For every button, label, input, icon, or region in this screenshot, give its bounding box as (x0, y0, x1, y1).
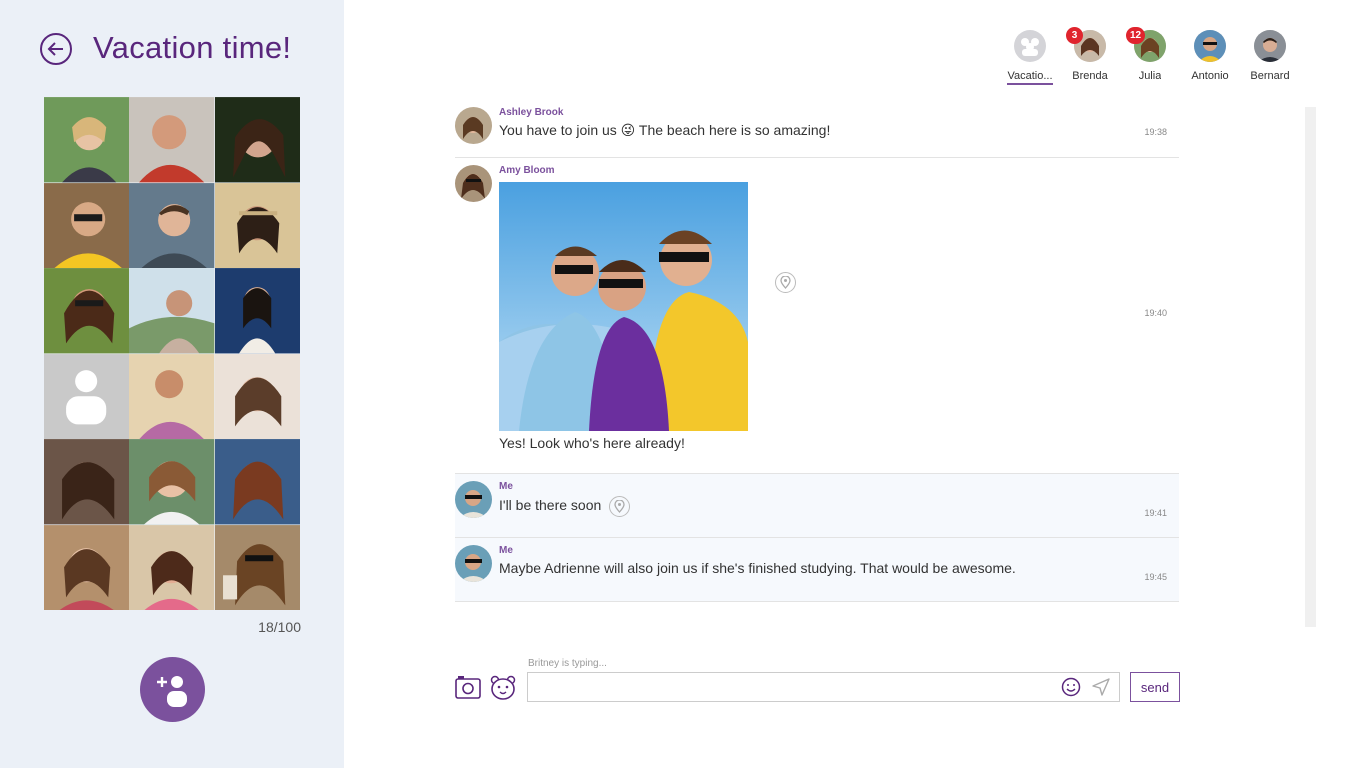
message-time: 19:40 (1144, 308, 1167, 318)
member-count: 18/100 (258, 619, 301, 635)
chat-scrollbar[interactable] (1305, 107, 1316, 627)
member-photo[interactable] (44, 182, 130, 269)
add-member-button[interactable] (140, 657, 205, 722)
member-grid (44, 97, 300, 610)
sender-name: Amy Bloom (499, 165, 555, 176)
member-photo[interactable] (214, 439, 300, 525)
emoji-icon[interactable] (1061, 677, 1081, 697)
contact-name: Bernard (1250, 70, 1290, 82)
contact-tab-bernard[interactable]: Bernard (1240, 30, 1300, 85)
send-button[interactable]: send (1130, 672, 1180, 702)
member-photo[interactable] (214, 353, 300, 440)
contact-tab-group[interactable]: Vacatio... (1000, 30, 1060, 85)
message[interactable]: Me I'll be there soon 19:41 (455, 474, 1179, 538)
member-photo[interactable] (129, 97, 215, 183)
member-photo[interactable] (129, 439, 215, 525)
member-photo[interactable] (214, 524, 300, 611)
member-photo[interactable] (129, 524, 215, 611)
contact-name: Julia (1138, 70, 1162, 82)
sender-name: Me (499, 481, 513, 492)
message-text: Yes! Look who's here already! (499, 435, 685, 451)
avatar (455, 481, 492, 518)
member-photo[interactable] (44, 268, 130, 354)
message-time: 19:45 (1144, 572, 1167, 582)
member-photo[interactable] (214, 268, 300, 354)
contact-tab-julia[interactable]: 12 Julia (1120, 27, 1180, 85)
avatar (455, 545, 492, 582)
message-text: I'll be there soon (499, 496, 1179, 517)
contact-name: Vacatio... (1007, 70, 1053, 85)
shared-photo[interactable] (499, 182, 748, 431)
camera-icon[interactable] (455, 674, 481, 700)
member-photo[interactable] (214, 182, 300, 269)
message-text: Maybe Adrienne will also join us if she'… (499, 560, 1016, 576)
message-time: 19:41 (1144, 508, 1167, 518)
avatar (455, 107, 492, 144)
member-placeholder-avatar[interactable] (44, 353, 130, 440)
member-photo[interactable] (129, 353, 215, 440)
add-user-icon (156, 675, 187, 707)
avatar (1194, 30, 1226, 62)
typing-indicator: Britney is typing... (528, 658, 607, 669)
location-pin-icon[interactable] (609, 496, 631, 517)
message-input[interactable] (527, 672, 1120, 702)
member-photo[interactable] (129, 268, 215, 354)
send-location-arrow-icon[interactable] (1091, 677, 1111, 697)
member-photo[interactable] (214, 97, 300, 183)
message[interactable]: Amy Bloom Yes! Look who's here already! … (455, 158, 1179, 474)
unread-badge: 3 (1066, 27, 1083, 44)
group-avatar (1014, 30, 1046, 62)
group-title: Vacation time! (93, 30, 292, 65)
avatar (455, 165, 492, 202)
message-composer: send (455, 672, 1180, 702)
member-photo[interactable] (44, 439, 130, 525)
sender-name: Ashley Brook (499, 107, 564, 118)
back-arrow-icon[interactable] (40, 33, 72, 65)
contact-tab-antonio[interactable]: Antonio (1180, 30, 1240, 85)
contact-bar: Vacatio... 3 Brenda 12 Julia Antonio Ber… (1000, 27, 1300, 85)
contact-tab-brenda[interactable]: 3 Brenda (1060, 27, 1120, 85)
message-time: 19:38 (1144, 127, 1167, 137)
contact-name: Antonio (1191, 70, 1229, 82)
message-text: You have to join us 😜 The beach here is … (499, 122, 831, 138)
contact-name: Brenda (1072, 70, 1108, 82)
message[interactable]: Ashley Brook You have to join us 😜 The b… (455, 100, 1179, 158)
sidebar: Vacation time! 18/100 (0, 0, 344, 768)
avatar (1254, 30, 1286, 62)
member-photo[interactable] (129, 182, 215, 269)
message[interactable]: Me Maybe Adrienne will also join us if s… (455, 538, 1179, 602)
sender-name: Me (499, 545, 513, 556)
unread-badge: 12 (1126, 27, 1146, 44)
location-pin-icon[interactable] (775, 272, 796, 293)
member-photo[interactable] (44, 97, 130, 183)
sticker-icon[interactable] (489, 673, 517, 701)
message-list: Ashley Brook You have to join us 😜 The b… (455, 100, 1179, 602)
member-photo[interactable] (44, 524, 130, 611)
